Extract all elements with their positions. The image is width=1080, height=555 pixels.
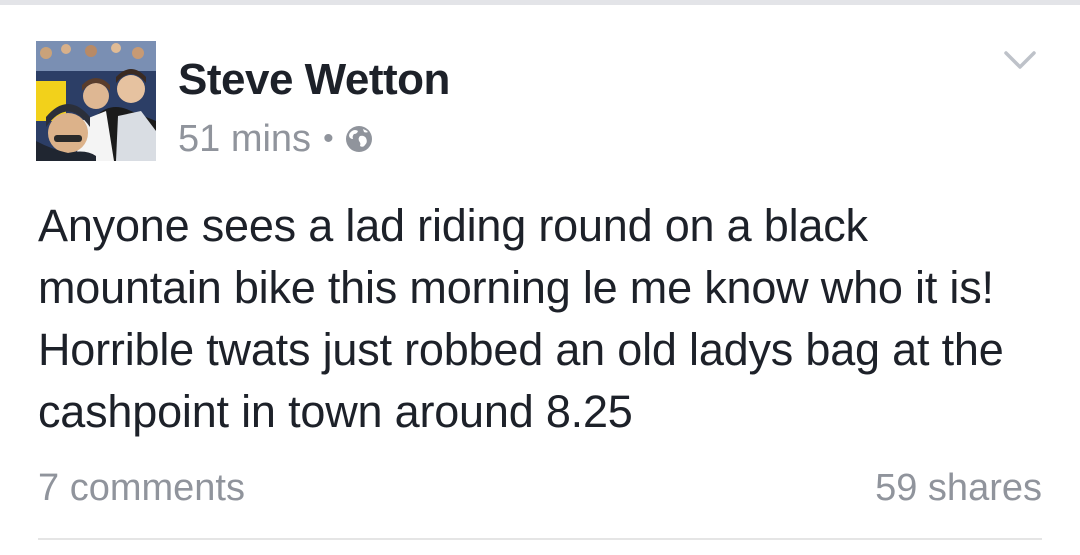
shares-count-link[interactable]: 59 shares xyxy=(875,463,1042,513)
comments-count-link[interactable]: 7 comments xyxy=(38,463,245,513)
chevron-down-icon[interactable] xyxy=(1000,45,1040,75)
globe-icon[interactable] xyxy=(344,124,374,154)
post-footer: 7 comments 59 shares xyxy=(38,463,1042,513)
footer-divider xyxy=(38,538,1042,540)
post-timestamp[interactable]: 51 mins xyxy=(178,117,311,161)
feed-post: Steve Wetton 51 mins • Anyone sees a lad… xyxy=(0,5,1080,555)
avatar[interactable] xyxy=(36,41,156,161)
meta-separator: • xyxy=(323,122,334,155)
post-text: Anyone sees a lad riding round on a blac… xyxy=(38,200,1004,437)
post-meta: 51 mins • xyxy=(178,117,374,161)
avatar-photo xyxy=(36,41,156,161)
author-name[interactable]: Steve Wetton xyxy=(178,55,450,105)
